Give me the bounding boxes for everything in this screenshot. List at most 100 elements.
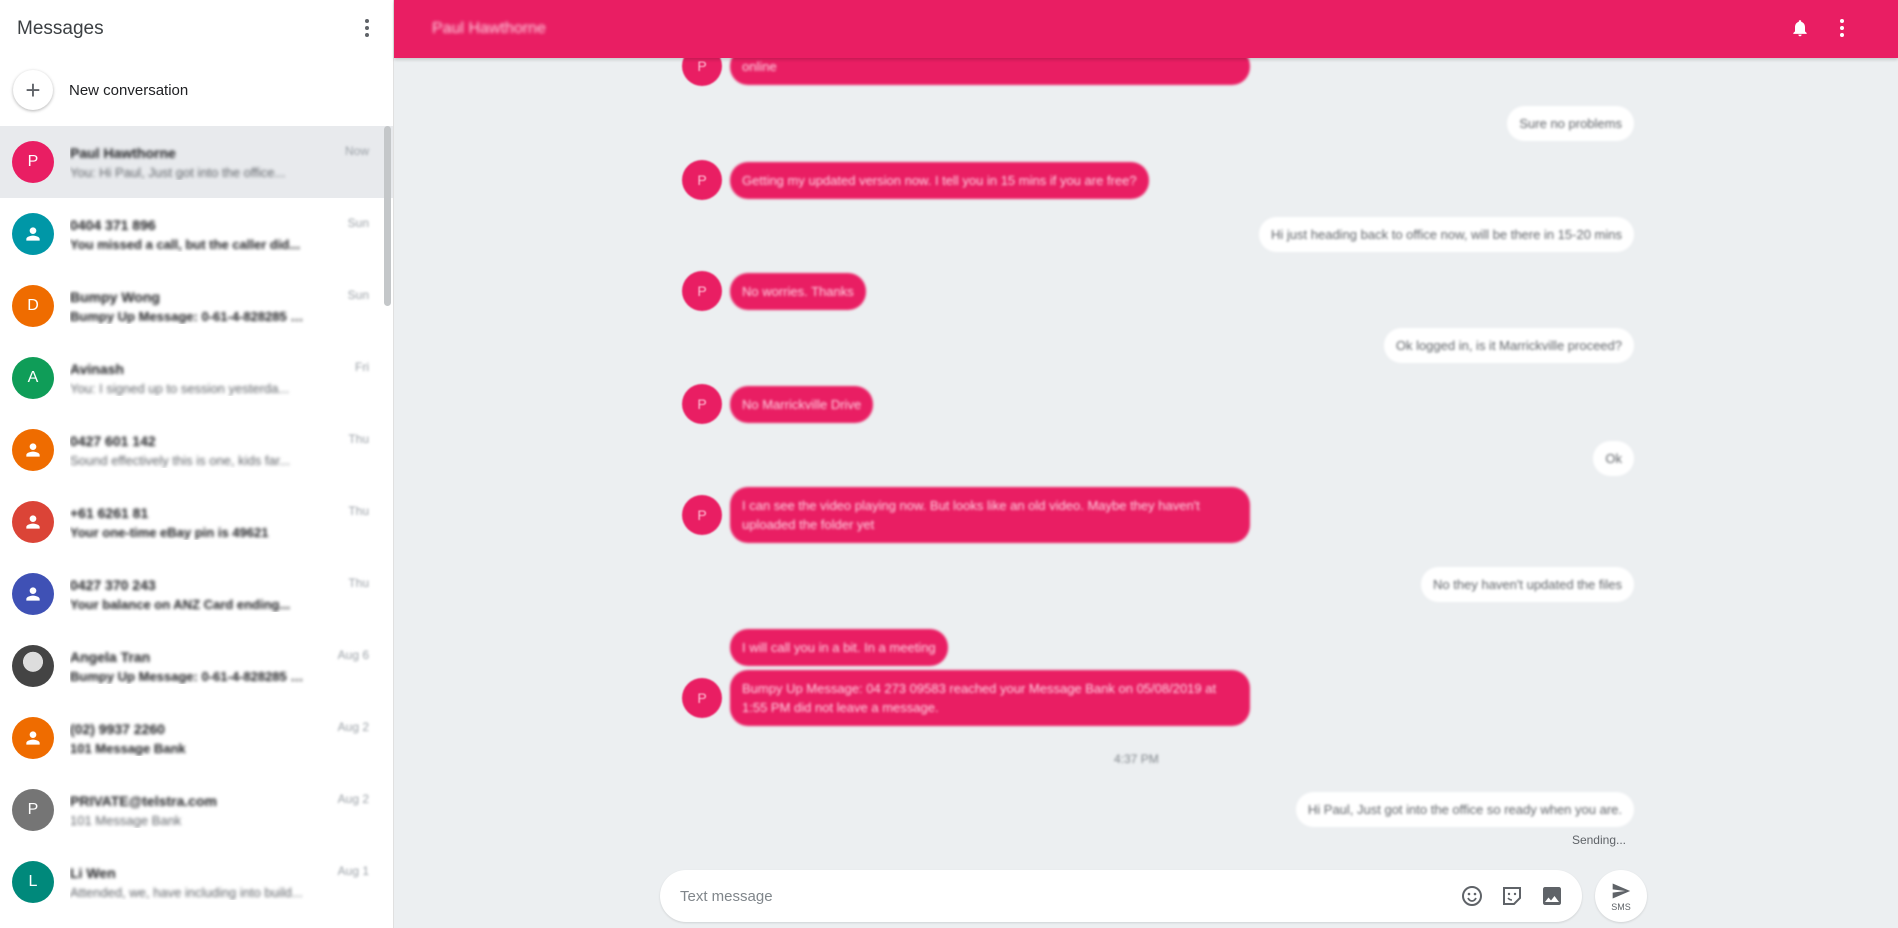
conversation-name: Li Wen (70, 864, 116, 881)
conversation-list: P Paul Hawthorne You: Hi Paul, Just got in… (0, 126, 393, 918)
conversation-time: Thu (348, 504, 369, 518)
conversation-item[interactable]: P Paul Hawthorne You: Hi Paul, Just got in… (0, 126, 393, 198)
incoming-bubble: No worries. Thanks (730, 272, 866, 310)
conversation-text: Angela Tran Bumpy Up Message: 0-61-4-8282… (70, 649, 308, 684)
sender-avatar: P (682, 384, 722, 424)
person-avatar-icon (12, 573, 54, 615)
conversation-time: Thu (348, 576, 369, 590)
conversation-text: 0404 371 896 You missed a call, but the c… (70, 217, 308, 252)
conversation-item[interactable]: A Avinash You: I signed up to session yest… (0, 342, 393, 414)
conversation-snippet: Your balance on ANZ Card ending... (70, 596, 291, 612)
avatar-letter: P (27, 801, 39, 818)
person-avatar-icon (12, 213, 54, 255)
contact-avatar: L (12, 861, 54, 903)
incoming-bubble: I can see the video playing now. But loo… (730, 487, 1250, 543)
conversation-item[interactable]: (02) 9937 2260 101 Message Bank Aug 2 (0, 702, 393, 774)
conversation-time: Aug 2 (337, 792, 369, 806)
conversation-sidebar: Messages + New conversation P Paul Hawtho… (0, 0, 394, 928)
person-avatar-icon (12, 429, 54, 471)
text-message-input[interactable] (680, 887, 1440, 905)
conversation-time: Aug 1 (337, 864, 369, 878)
conversation-snippet: Attended, we, have including into build.… (70, 884, 303, 900)
message-timestamp: 4:37 PM (1114, 752, 1159, 766)
new-conversation-button[interactable]: + New conversation (0, 58, 393, 122)
sender-avatar: P (682, 678, 722, 718)
app-window: Messages + New conversation P Paul Hawtho… (0, 0, 1898, 928)
more-vert-icon[interactable] (1830, 16, 1854, 40)
contact-avatar: P (12, 141, 54, 183)
more-vert-icon[interactable] (355, 16, 379, 40)
incoming-bubble: Getting my updated version now. I tell y… (730, 161, 1149, 199)
conversation-name: PRIVATE@telstra.com (70, 792, 217, 809)
incoming-bubble: Bumpy Up Message: 04 273 09583 reached y… (730, 670, 1250, 726)
notifications-bell-icon[interactable] (1790, 17, 1810, 39)
conversation-time: Aug 6 (337, 648, 369, 662)
incoming-message: P No Marrickville Drive (682, 384, 874, 424)
sticker-icon[interactable] (1500, 884, 1524, 908)
emoji-smile-icon[interactable] (1460, 884, 1484, 908)
message-thread: Sending... Ponline Sure no problems P Getti… (394, 46, 1898, 928)
incoming-message: P No worries. Thanks (682, 271, 866, 311)
conversation-snippet: Bumpy Up Message: 0-61-4-828285 ma... (70, 308, 308, 324)
conversation-time: Now (344, 144, 369, 158)
conversation-name: (02) 9937 2260 (70, 720, 165, 737)
incoming-message: PI will call you in a bit. In a meeting (682, 627, 948, 667)
person-avatar-icon (12, 501, 54, 543)
avatar-letter: A (27, 369, 39, 386)
conversation-item[interactable]: Angela Tran Bumpy Up Message: 0-61-4-8282… (0, 630, 393, 702)
outgoing-bubble: Hi Paul, Just got into the office so rea… (1295, 792, 1634, 827)
conversation-time: Aug 2 (337, 720, 369, 734)
conversation-name: Bumpy Wong (70, 288, 160, 305)
conversation-name: 0427 601 142 (70, 432, 156, 449)
conversation-item[interactable]: 0427 601 142 Sound effectively this is on… (0, 414, 393, 486)
conversation-text: (02) 9937 2260 101 Message Bank (70, 721, 308, 756)
conversation-snippet: 101 Message Bank (70, 812, 182, 828)
contact-avatar: A (12, 357, 54, 399)
plus-icon: + (13, 70, 53, 110)
image-icon[interactable] (1540, 884, 1564, 908)
contact-avatar (12, 645, 54, 687)
app-title: Messages (17, 18, 104, 39)
conversation-text: Paul Hawthorne You: Hi Paul, Just got int… (70, 145, 308, 180)
avatar-letter: P (27, 153, 39, 170)
conversation-snippet: 101 Message Bank (70, 740, 186, 756)
conversation-name: Angela Tran (70, 648, 151, 665)
person-avatar-icon (12, 717, 54, 759)
message-composer (660, 870, 1582, 922)
conversation-name: 0427 370 243 (70, 576, 156, 593)
conversation-text: Li Wen Attended, we, have including into … (70, 865, 308, 900)
conversation-item[interactable]: 0404 371 896 You missed a call, but the c… (0, 198, 393, 270)
conversation-item[interactable]: 0427 370 243 Your balance on ANZ Card end… (0, 558, 393, 630)
conversation-item[interactable]: D Bumpy Wong Bumpy Up Message: 0-61-4-8282… (0, 270, 393, 342)
conversation-text: Avinash You: I signed up to session yeste… (70, 361, 308, 396)
outgoing-bubble: Ok (1593, 441, 1634, 476)
conversation-snippet: You missed a call, but the caller did... (70, 236, 301, 252)
contact-avatar: P (12, 789, 54, 831)
new-conversation-label: New conversation (69, 81, 189, 99)
conversation-time: Sun (347, 216, 369, 230)
send-button[interactable]: SMS (1595, 870, 1647, 922)
conversation-item[interactable]: L Li Wen Attended, we, have including into… (0, 846, 393, 918)
send-icon (1612, 883, 1631, 898)
contact-name: Paul Hawthorne (432, 20, 546, 37)
outgoing-bubble: No they haven't updated the files (1421, 567, 1634, 602)
incoming-message: P Bumpy Up Message: 04 273 09583 reached … (682, 670, 1250, 726)
sending-status: Sending... (1571, 833, 1626, 847)
conversation-time: Fri (355, 360, 369, 374)
conversation-name: Paul Hawthorne (70, 144, 176, 161)
conversation-item[interactable]: +61 6261 81 Your one-time eBay pin is 496… (0, 486, 393, 558)
conversation-text: 0427 601 142 Sound effectively this is on… (70, 433, 308, 468)
conversation-snippet: You: Hi Paul, Just got into the office..… (70, 164, 286, 180)
conversation-time: Sun (347, 288, 369, 302)
conversation-item[interactable]: P PRIVATE@telstra.com 101 Message Bank Aug … (0, 774, 393, 846)
sidebar-scrollbar[interactable] (384, 126, 391, 306)
incoming-message: PI can see the video playing now. But lo… (682, 487, 1250, 543)
conversation-text: Bumpy Wong Bumpy Up Message: 0-61-4-82828… (70, 289, 308, 324)
sidebar-header: Messages (0, 0, 393, 58)
sender-avatar: P (682, 271, 722, 311)
conversation-text: +61 6261 81 Your one-time eBay pin is 496… (70, 505, 308, 540)
conversation-header: Paul Hawthorne (394, 0, 1898, 58)
sender-avatar: P (682, 160, 722, 200)
conversation-snippet: You: I signed up to session yesterda... (70, 380, 290, 396)
conversation-text: PRIVATE@telstra.com 101 Message Bank (70, 793, 308, 828)
